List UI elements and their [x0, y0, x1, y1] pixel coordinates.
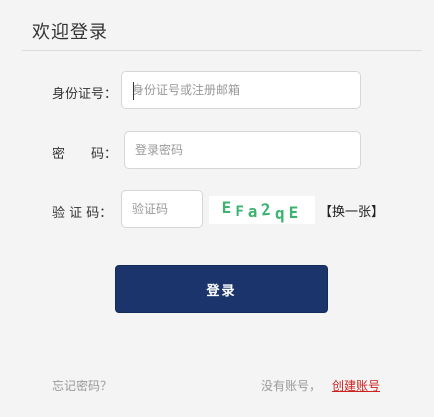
- captcha-input[interactable]: [121, 190, 203, 228]
- no-account-text: 没有账号，: [261, 379, 322, 393]
- captcha-char: a: [247, 201, 262, 221]
- text-cursor: [133, 82, 134, 100]
- captcha-label: 验 证 码：: [52, 206, 113, 221]
- title-divider: [22, 50, 422, 51]
- id-input[interactable]: [121, 71, 361, 109]
- create-account-link[interactable]: 创建账号: [332, 377, 380, 394]
- login-panel: 欢迎登录 身份证号： 密 码： 验 证 码： E F a 2 q E 【换一张】…: [0, 0, 434, 417]
- captcha-char: q: [275, 203, 289, 223]
- captcha-char: E: [288, 202, 303, 222]
- page-title: 欢迎登录: [32, 22, 108, 43]
- password-label: 密 码：: [52, 147, 118, 162]
- captcha-char: F: [235, 204, 248, 220]
- password-input[interactable]: [124, 131, 361, 169]
- forgot-password-link[interactable]: 忘记密码？: [52, 377, 112, 394]
- id-label: 身份证号：: [52, 87, 118, 102]
- captcha-char: E: [221, 197, 236, 217]
- captcha-image[interactable]: E F a 2 q E: [209, 196, 315, 224]
- refresh-captcha-link[interactable]: 【换一张】: [319, 201, 384, 220]
- login-button[interactable]: 登录: [115, 265, 328, 313]
- captcha-char: 2: [260, 198, 276, 220]
